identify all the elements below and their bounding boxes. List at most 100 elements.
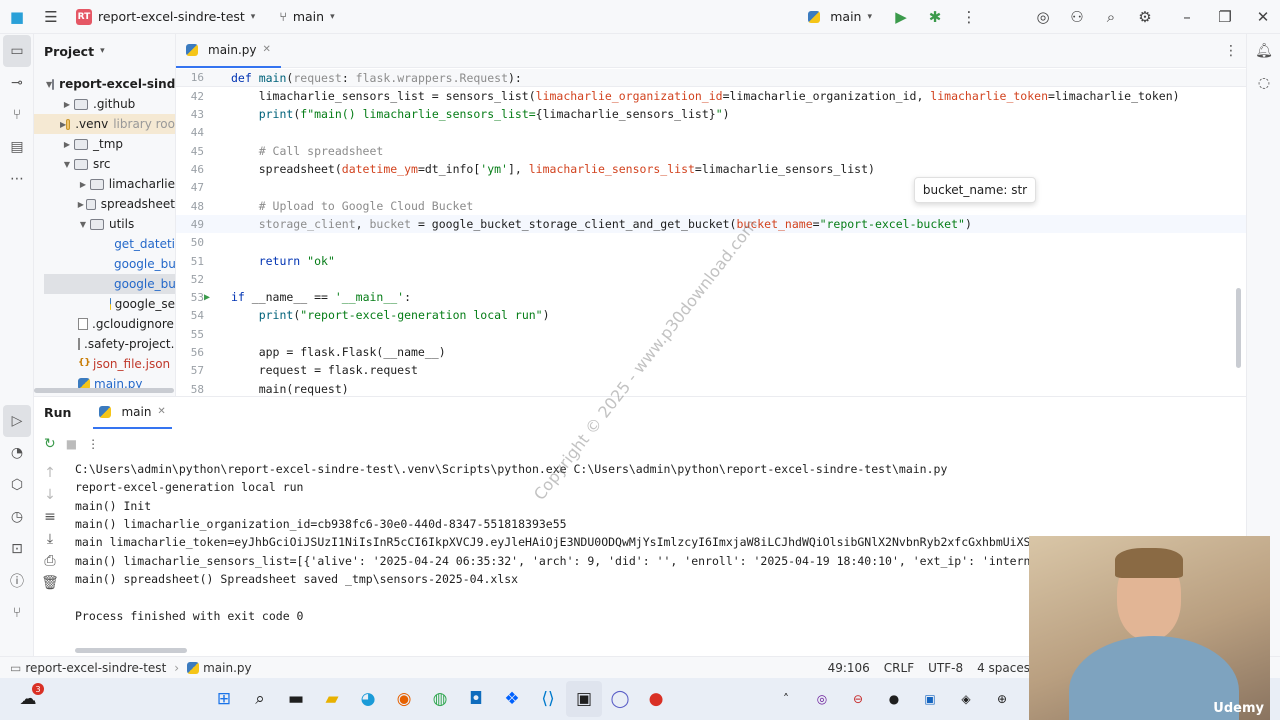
structure-icon[interactable]: ▤ — [0, 131, 34, 163]
arrow-up-icon[interactable]: ↑ — [33, 462, 67, 484]
run-gutter-icon[interactable]: ▶ — [204, 292, 210, 303]
file-explorer-app-icon[interactable]: ▬ — [278, 681, 314, 717]
rerun-icon[interactable]: ↻ — [44, 436, 56, 452]
tray-app-icon[interactable]: ◎ — [804, 681, 840, 717]
status-project[interactable]: report-excel-sindre-test — [25, 661, 166, 675]
branch-selector[interactable]: ⑂ main ▾ — [279, 9, 334, 24]
outlook-app-icon[interactable]: ◘ — [458, 681, 494, 717]
terminal-icon[interactable]: ⊡ — [0, 533, 34, 565]
vscode-app-icon[interactable]: ⟨⟩ — [530, 681, 566, 717]
close-tab-icon[interactable]: ✕ — [263, 44, 271, 55]
code-line: 56 app = flask.Flask(__name__) — [176, 343, 1246, 361]
console-horizontal-scrollbar[interactable] — [75, 648, 187, 653]
more-tools-icon[interactable]: ⋯ — [0, 163, 34, 195]
file-encoding[interactable]: UTF-8 — [928, 661, 963, 675]
tree-item-safety-project[interactable]: .safety-project.i — [34, 334, 175, 354]
arrow-down-icon[interactable]: ↓ — [33, 484, 67, 506]
run-console-output[interactable]: C:\Users\admin\python\report-excel-sindr… — [75, 460, 1035, 650]
tree-item-gcloudignore[interactable]: .gcloudignore — [34, 314, 175, 334]
pull-requests-icon[interactable]: ⑂ — [0, 99, 34, 131]
parameter-info-tooltip: bucket_name: str — [914, 177, 1036, 203]
stop-icon[interactable]: ■ — [66, 437, 77, 451]
pycharm-app-icon[interactable]: ▣ — [566, 681, 602, 717]
tree-item-tmp[interactable]: ▶ _tmp — [34, 134, 175, 154]
tree-item-file[interactable]: google_se — [34, 294, 175, 314]
tray-app-icon[interactable]: ⊖ — [840, 681, 876, 717]
tray-chevron-up-icon[interactable]: ˄ — [768, 681, 804, 717]
code-line: 51 return "ok" — [176, 252, 1246, 270]
tree-item-limacharlie[interactable]: ▶ limacharlie — [34, 174, 175, 194]
branch-icon: ⑂ — [279, 9, 287, 24]
tree-item-file[interactable]: get_dateti — [34, 234, 175, 254]
project-panel-header[interactable]: Project ▾ — [34, 34, 175, 68]
record-app-icon[interactable]: ● — [638, 681, 674, 717]
line-number: 57 — [190, 363, 204, 377]
code-editor[interactable]: 16 def main(request: flask.wrappers.Requ… — [176, 68, 1246, 396]
tree-item-src[interactable]: ▼ src — [34, 154, 175, 174]
tree-item-github[interactable]: ▶ .github — [34, 94, 175, 114]
search-icon[interactable]: ⌕ — [1094, 0, 1128, 34]
app-logo-icon[interactable]: ■ — [0, 0, 34, 34]
more-icon[interactable]: ⋮ — [952, 0, 986, 34]
notifications-icon[interactable]: 🔔︎ — [1247, 35, 1280, 67]
editor-vertical-scrollbar[interactable] — [1236, 288, 1241, 368]
soft-wrap-icon[interactable]: ≡ — [33, 506, 67, 528]
tree-item-json-file[interactable]: {} json_file.json — [34, 354, 175, 374]
tray-app-icon[interactable]: ▣ — [912, 681, 948, 717]
indent-setting[interactable]: 4 spaces — [977, 661, 1030, 675]
maximize-icon[interactable]: ❐ — [1208, 0, 1242, 34]
close-icon[interactable]: ✕ — [1246, 0, 1280, 34]
run-config-selector[interactable]: main ▾ — [808, 9, 872, 24]
close-tab-icon[interactable]: ✕ — [157, 406, 165, 417]
widgets-icon[interactable]: ☁ 3 — [10, 681, 46, 717]
tree-item-spreadsheet[interactable]: ▶ spreadsheet — [34, 194, 175, 214]
scroll-to-end-icon[interactable]: ⤓ — [33, 528, 67, 550]
python-console-icon[interactable]: ◷ — [0, 501, 34, 533]
add-user-icon[interactable]: ⚇ — [1060, 0, 1094, 34]
tree-item-venv[interactable]: ▶ .venv library roo — [34, 114, 175, 134]
folder-app-icon[interactable]: ▰ — [314, 681, 350, 717]
minimize-icon[interactable]: – — [1170, 0, 1204, 34]
horizontal-scrollbar[interactable] — [34, 388, 174, 393]
tray-app-icon[interactable]: ⊕ — [984, 681, 1020, 717]
tray-app-icon[interactable]: ● — [876, 681, 912, 717]
problems-icon[interactable]: ⓘ — [0, 565, 34, 597]
tab-main-py[interactable]: main.py ✕ — [176, 34, 281, 68]
firefox-app-icon[interactable]: ◉ — [386, 681, 422, 717]
debug-icon[interactable]: ✱ — [918, 0, 952, 34]
start-icon[interactable]: ⊞ — [206, 681, 242, 717]
chat-app-icon[interactable]: ◯ — [602, 681, 638, 717]
tree-item-file[interactable]: google_bu — [34, 254, 175, 274]
caret-position[interactable]: 49:106 — [828, 661, 870, 675]
status-file[interactable]: main.py — [203, 661, 252, 675]
print-icon[interactable]: ⎙ — [33, 550, 67, 572]
commit-icon[interactable]: ⊸ — [0, 67, 34, 99]
edge-app-icon[interactable]: ◕ — [350, 681, 386, 717]
more-tabs-icon[interactable]: ⋮ — [1216, 43, 1246, 59]
trash-icon[interactable]: 🗑︎ — [33, 572, 67, 594]
gear-icon[interactable]: ⚙ — [1128, 0, 1162, 34]
services-icon[interactable]: ⬡ — [0, 469, 34, 501]
run-tool-icon[interactable]: ▷ — [3, 405, 31, 437]
chrome-app-icon[interactable]: ◍ — [422, 681, 458, 717]
tree-item-root[interactable]: ▼ report-excel-sind — [34, 74, 175, 94]
tab-label: main.py — [208, 42, 257, 57]
project-selector[interactable]: RT report-excel-sindre-test ▾ — [76, 8, 255, 25]
tree-item-file-selected[interactable]: google_bu — [44, 274, 175, 294]
main-menu-icon[interactable]: ☰ — [34, 0, 68, 34]
tree-item-utils[interactable]: ▼ utils — [34, 214, 175, 234]
run-tab-main[interactable]: main ✕ — [93, 397, 172, 429]
tray-app-icon[interactable]: ◈ — [948, 681, 984, 717]
more-icon[interactable]: ⋮ — [87, 437, 99, 451]
line-number: 56 — [190, 345, 204, 359]
ai-chat-icon[interactable]: ◌ — [1247, 67, 1280, 99]
dropbox-app-icon[interactable]: ❖ — [494, 681, 530, 717]
python-packages-icon[interactable]: ◔ — [0, 437, 34, 469]
git-icon[interactable]: ⑂ — [0, 597, 34, 629]
code-line: 53 ▶ if __name__ == '__main__': — [176, 288, 1246, 306]
ai-assistant-icon[interactable]: ◎ — [1026, 0, 1060, 34]
search-icon[interactable]: ⌕ — [242, 681, 278, 717]
run-icon[interactable]: ▶ — [884, 0, 918, 34]
project-view-icon[interactable]: ▭ — [3, 35, 31, 67]
line-separator[interactable]: CRLF — [884, 661, 914, 675]
